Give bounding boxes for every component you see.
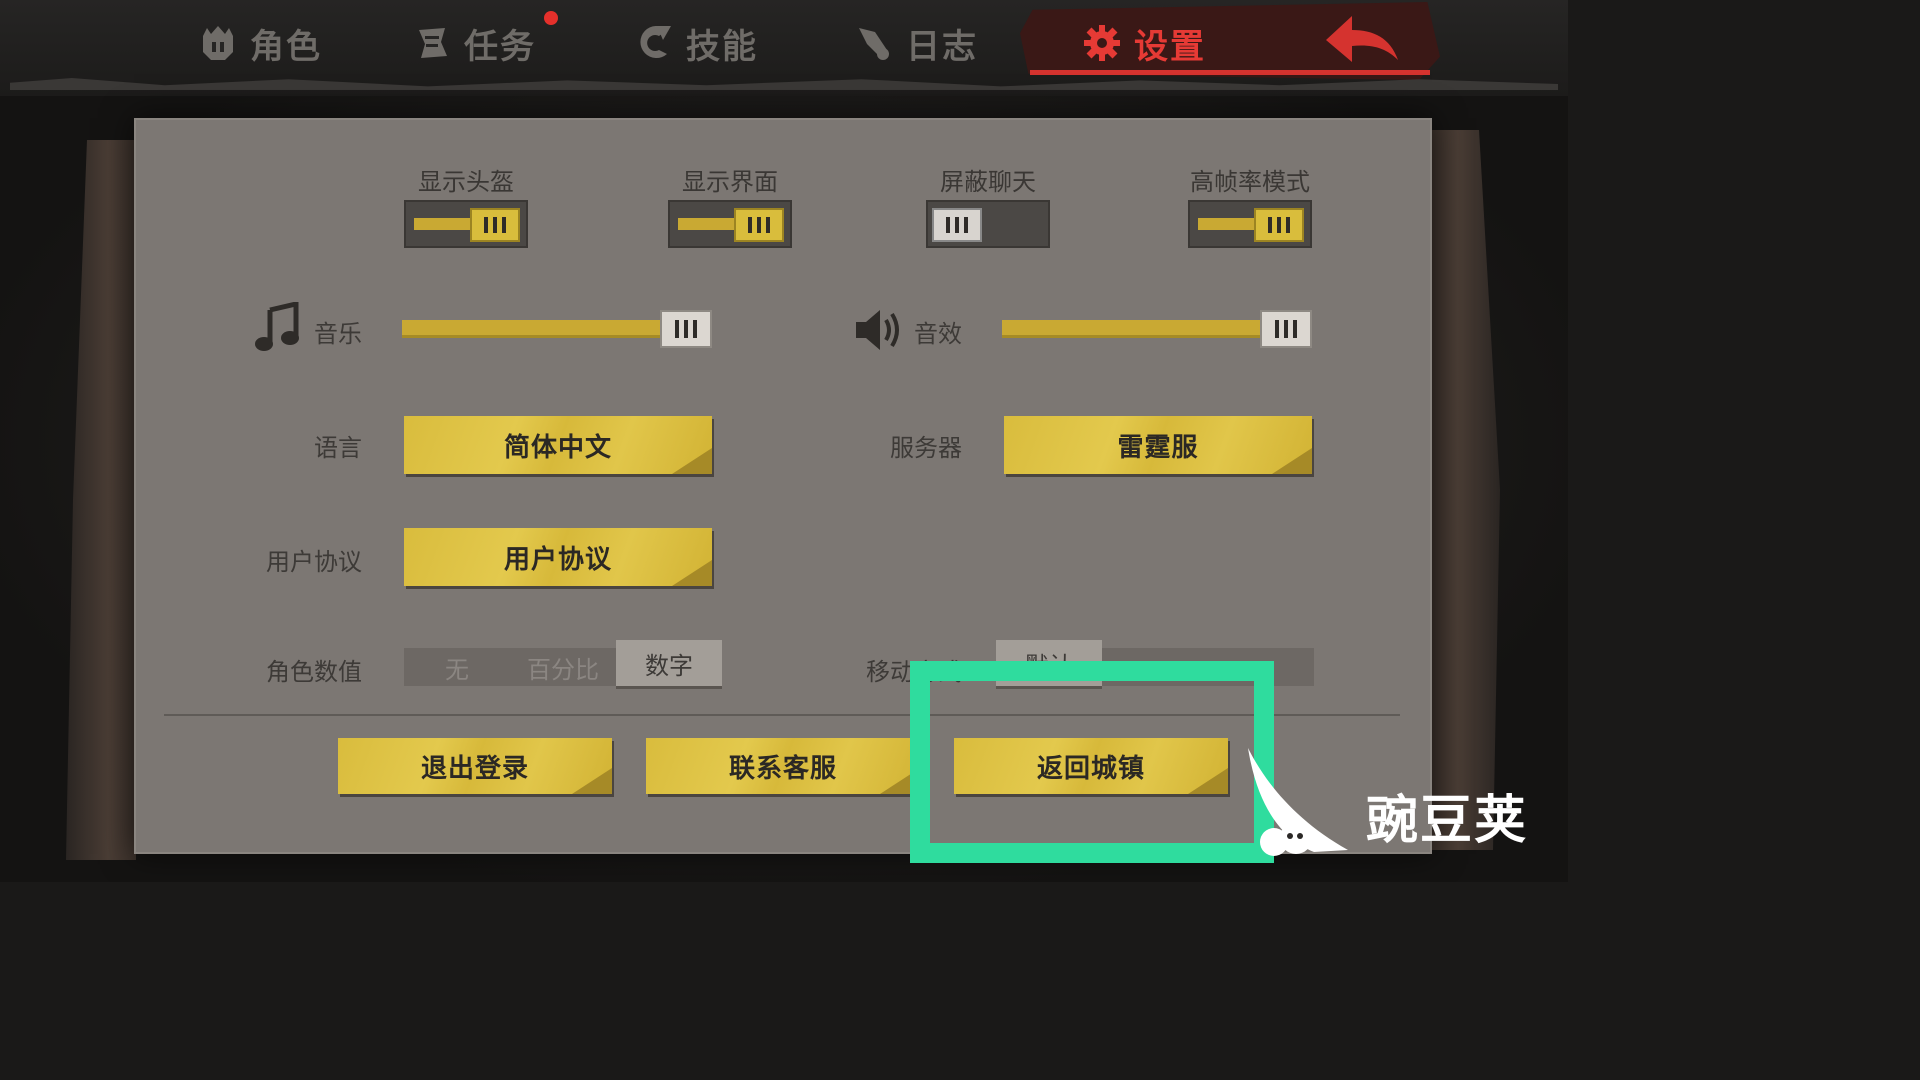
tab-settings[interactable]: 设置 xyxy=(1080,12,1206,74)
quill-icon xyxy=(852,21,896,65)
toggle-label-ui: 显示界面 xyxy=(682,168,778,196)
user-agreement-button[interactable]: 用户协议 xyxy=(404,528,712,586)
slider-handle[interactable] xyxy=(1260,310,1312,348)
server-label: 服务器 xyxy=(890,434,962,462)
top-tab-bar: 角色 任务 技能 日志 设置 xyxy=(0,0,1568,96)
tab-label: 技能 xyxy=(686,26,758,67)
slider-handle[interactable] xyxy=(660,310,712,348)
game-settings-screen: 角色 任务 技能 日志 设置 显示头盔 显示界面 屏蔽聊天 高帧率模式 音乐 音… xyxy=(0,0,1568,882)
char-values-option-none[interactable]: 无 xyxy=(404,648,510,686)
toggle-label-helmet: 显示头盔 xyxy=(418,168,514,196)
char-values-option-percent[interactable]: 百分比 xyxy=(510,648,616,686)
toggle-show-helmet[interactable] xyxy=(404,200,528,248)
tab-label: 设置 xyxy=(1134,26,1206,67)
tab-character[interactable]: 角色 xyxy=(196,12,322,74)
speaker-icon xyxy=(852,306,904,358)
char-values-option-number[interactable]: 数字 xyxy=(616,640,722,686)
toggle-knob xyxy=(470,208,520,242)
toggle-knob xyxy=(932,208,982,242)
agreement-label: 用户协议 xyxy=(266,548,362,576)
highlight-box xyxy=(910,661,1274,863)
tab-label: 任务 xyxy=(464,26,536,67)
top-bar-edge xyxy=(10,78,1558,90)
toggle-show-ui[interactable] xyxy=(668,200,792,248)
logout-button[interactable]: 退出登录 xyxy=(338,738,612,794)
watermark-text: 豌豆荚 xyxy=(1366,791,1529,851)
sfx-volume-slider[interactable] xyxy=(1002,310,1312,348)
tab-log[interactable]: 日志 xyxy=(852,12,978,74)
tab-skills[interactable]: 技能 xyxy=(632,12,758,74)
server-button[interactable]: 雷霆服 xyxy=(1004,416,1312,474)
toggle-block-chat[interactable] xyxy=(926,200,1050,248)
back-arrow-icon[interactable] xyxy=(1318,10,1408,70)
toggle-label-chat: 屏蔽聊天 xyxy=(940,168,1036,196)
contact-support-button[interactable]: 联系客服 xyxy=(646,738,920,794)
notification-dot xyxy=(544,11,558,25)
language-button[interactable]: 简体中文 xyxy=(404,416,712,474)
helmet-icon xyxy=(196,21,240,65)
scroll-icon xyxy=(410,21,454,65)
tab-label: 角色 xyxy=(250,26,322,67)
toggle-knob xyxy=(1254,208,1304,242)
sfx-label: 音效 xyxy=(914,320,962,348)
music-label: 音乐 xyxy=(314,320,362,348)
music-note-icon xyxy=(254,300,302,358)
toggle-knob xyxy=(734,208,784,242)
tab-label: 日志 xyxy=(906,26,978,67)
char-values-selector[interactable]: 无 百分比 数字 xyxy=(404,640,722,686)
music-volume-slider[interactable] xyxy=(402,310,712,348)
char-values-label: 角色数值 xyxy=(266,658,362,686)
tab-quests[interactable]: 任务 xyxy=(410,12,536,74)
toggle-high-fps[interactable] xyxy=(1188,200,1312,248)
skill-icon xyxy=(632,21,676,65)
gear-icon xyxy=(1080,21,1124,65)
language-label: 语言 xyxy=(314,434,362,462)
left-wood-frame xyxy=(66,140,136,860)
toggle-label-fps: 高帧率模式 xyxy=(1190,168,1310,196)
